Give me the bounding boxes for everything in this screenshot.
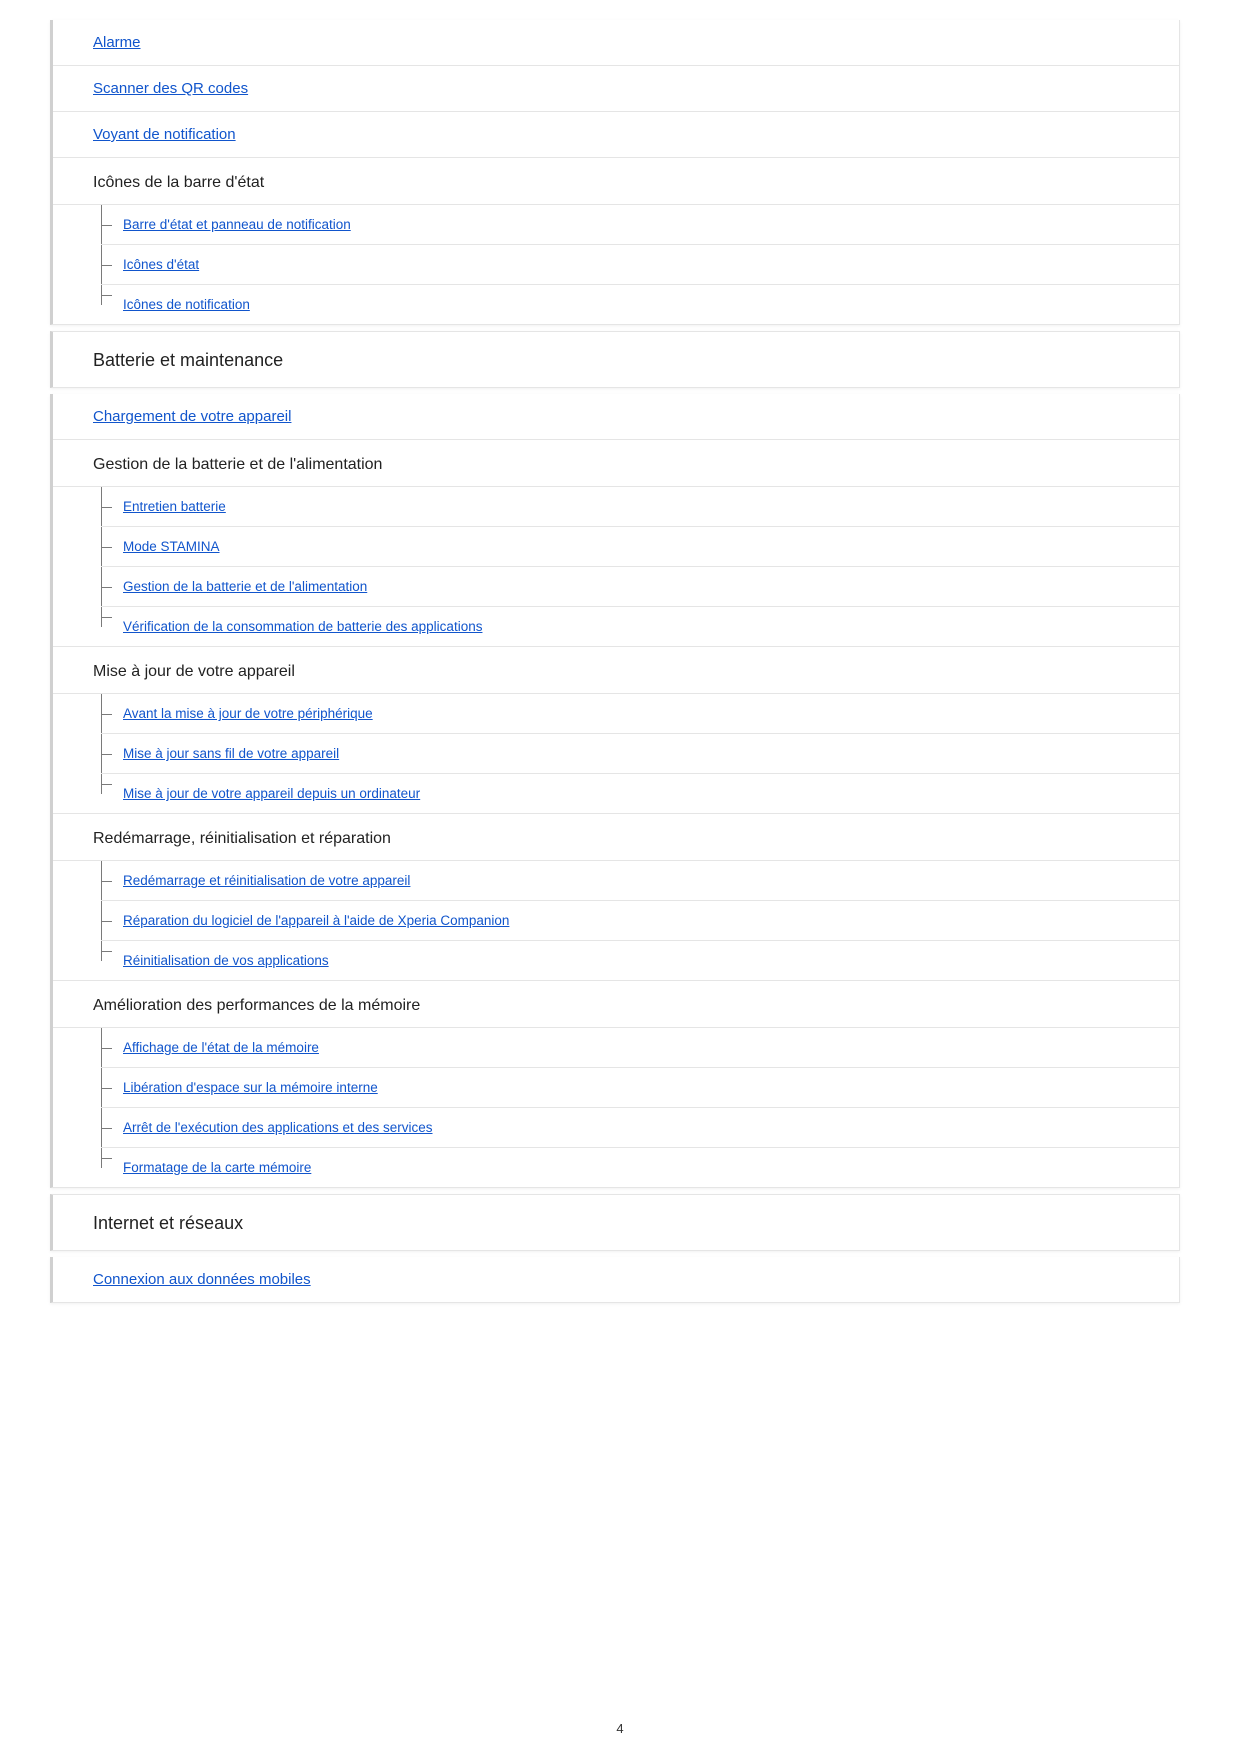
- toc-group-title: Icônes de la barre d'état: [53, 158, 1179, 205]
- toc-link[interactable]: Réparation du logiciel de l'appareil à l…: [123, 913, 509, 928]
- toc-link[interactable]: Chargement de votre appareil: [93, 408, 291, 425]
- toc-link[interactable]: Avant la mise à jour de votre périphériq…: [123, 706, 373, 721]
- toc-link[interactable]: Barre d'état et panneau de notification: [123, 217, 351, 232]
- toc-sub-row[interactable]: Affichage de l'état de la mémoire: [101, 1028, 1179, 1068]
- tree-icon: [101, 527, 116, 566]
- toc-link[interactable]: Affichage de l'état de la mémoire: [123, 1040, 319, 1055]
- section-title: Batterie et maintenance: [53, 332, 1179, 387]
- toc-link-row[interactable]: Voyant de notification: [53, 112, 1179, 158]
- toc-link[interactable]: Libération d'espace sur la mémoire inter…: [123, 1080, 378, 1095]
- toc-link[interactable]: Alarme: [93, 34, 141, 51]
- toc-sub-row[interactable]: Réinitialisation de vos applications: [101, 941, 1179, 980]
- tree-icon: [101, 1028, 116, 1067]
- toc-link[interactable]: Icônes d'état: [123, 257, 199, 272]
- toc-link[interactable]: Scanner des QR codes: [93, 80, 248, 97]
- tree-icon: [101, 774, 116, 794]
- toc-link[interactable]: Entretien batterie: [123, 499, 226, 514]
- toc-sub-links: Barre d'état et panneau de notification …: [53, 205, 1179, 324]
- toc-group-title: Mise à jour de votre appareil: [53, 646, 1179, 694]
- toc-link[interactable]: Icônes de notification: [123, 297, 250, 312]
- toc-sub-row[interactable]: Mise à jour de votre appareil depuis un …: [101, 774, 1179, 813]
- toc-link[interactable]: Connexion aux données mobiles: [93, 1271, 311, 1288]
- toc-group-title: Gestion de la batterie et de l'alimentat…: [53, 440, 1179, 487]
- toc-link-row[interactable]: Connexion aux données mobiles: [53, 1257, 1179, 1302]
- tree-icon: [101, 734, 116, 773]
- toc-sub-row[interactable]: Gestion de la batterie et de l'alimentat…: [101, 567, 1179, 607]
- toc-card-top: Alarme Scanner des QR codes Voyant de no…: [50, 20, 1180, 325]
- tree-icon: [101, 1068, 116, 1107]
- tree-icon: [101, 941, 116, 961]
- toc-card-internet-content: Connexion aux données mobiles: [50, 1257, 1180, 1303]
- toc-sub-row[interactable]: Arrêt de l'exécution des applications et…: [101, 1108, 1179, 1148]
- tree-icon: [101, 487, 116, 526]
- toc-sub-row[interactable]: Avant la mise à jour de votre périphériq…: [101, 694, 1179, 734]
- tree-icon: [101, 901, 116, 940]
- tree-icon: [101, 245, 116, 284]
- toc-link[interactable]: Arrêt de l'exécution des applications et…: [123, 1120, 433, 1135]
- toc-sub-row[interactable]: Libération d'espace sur la mémoire inter…: [101, 1068, 1179, 1108]
- tree-icon: [101, 285, 116, 305]
- toc-link[interactable]: Réinitialisation de vos applications: [123, 953, 329, 968]
- toc-link-row[interactable]: Scanner des QR codes: [53, 66, 1179, 112]
- page-number: 4: [0, 1721, 1240, 1736]
- toc-sub-links: Avant la mise à jour de votre périphériq…: [53, 694, 1179, 813]
- toc-sub-links: Affichage de l'état de la mémoire Libéra…: [53, 1028, 1179, 1187]
- toc-sub-links: Entretien batterie Mode STAMINA Gestion …: [53, 487, 1179, 646]
- tree-icon: [101, 205, 116, 244]
- toc-sub-row[interactable]: Mise à jour sans fil de votre appareil: [101, 734, 1179, 774]
- toc-link[interactable]: Redémarrage et réinitialisation de votre…: [123, 873, 410, 888]
- toc-sub-row[interactable]: Formatage de la carte mémoire: [101, 1148, 1179, 1187]
- tree-icon: [101, 607, 116, 627]
- toc-link[interactable]: Mise à jour de votre appareil depuis un …: [123, 786, 420, 801]
- toc-link[interactable]: Gestion de la batterie et de l'alimentat…: [123, 579, 367, 594]
- toc-sub-row[interactable]: Réparation du logiciel de l'appareil à l…: [101, 901, 1179, 941]
- toc-sub-row[interactable]: Icônes d'état: [101, 245, 1179, 285]
- toc-sub-row[interactable]: Barre d'état et panneau de notification: [101, 205, 1179, 245]
- toc-group-title: Amélioration des performances de la mémo…: [53, 980, 1179, 1028]
- tree-icon: [101, 861, 116, 900]
- toc-sub-row[interactable]: Redémarrage et réinitialisation de votre…: [101, 861, 1179, 901]
- toc-sub-links: Redémarrage et réinitialisation de votre…: [53, 861, 1179, 980]
- toc-card-internet: Internet et réseaux: [50, 1194, 1180, 1251]
- tree-icon: [101, 694, 116, 733]
- toc-card-battery: Batterie et maintenance: [50, 331, 1180, 388]
- toc-link[interactable]: Mise à jour sans fil de votre appareil: [123, 746, 339, 761]
- toc-card-battery-content: Chargement de votre appareil Gestion de …: [50, 394, 1180, 1188]
- section-title: Internet et réseaux: [53, 1195, 1179, 1250]
- tree-icon: [101, 567, 116, 606]
- toc-link[interactable]: Formatage de la carte mémoire: [123, 1160, 311, 1175]
- toc-sub-row[interactable]: Mode STAMINA: [101, 527, 1179, 567]
- toc-link[interactable]: Voyant de notification: [93, 126, 236, 143]
- toc-sub-row[interactable]: Icônes de notification: [101, 285, 1179, 324]
- toc-sub-row[interactable]: Vérification de la consommation de batte…: [101, 607, 1179, 646]
- tree-icon: [101, 1108, 116, 1147]
- tree-icon: [101, 1148, 116, 1168]
- toc-link[interactable]: Mode STAMINA: [123, 539, 220, 554]
- toc-sub-row[interactable]: Entretien batterie: [101, 487, 1179, 527]
- toc-link-row[interactable]: Alarme: [53, 20, 1179, 66]
- toc-link-row[interactable]: Chargement de votre appareil: [53, 394, 1179, 440]
- toc-link[interactable]: Vérification de la consommation de batte…: [123, 619, 482, 634]
- toc-group-title: Redémarrage, réinitialisation et réparat…: [53, 813, 1179, 861]
